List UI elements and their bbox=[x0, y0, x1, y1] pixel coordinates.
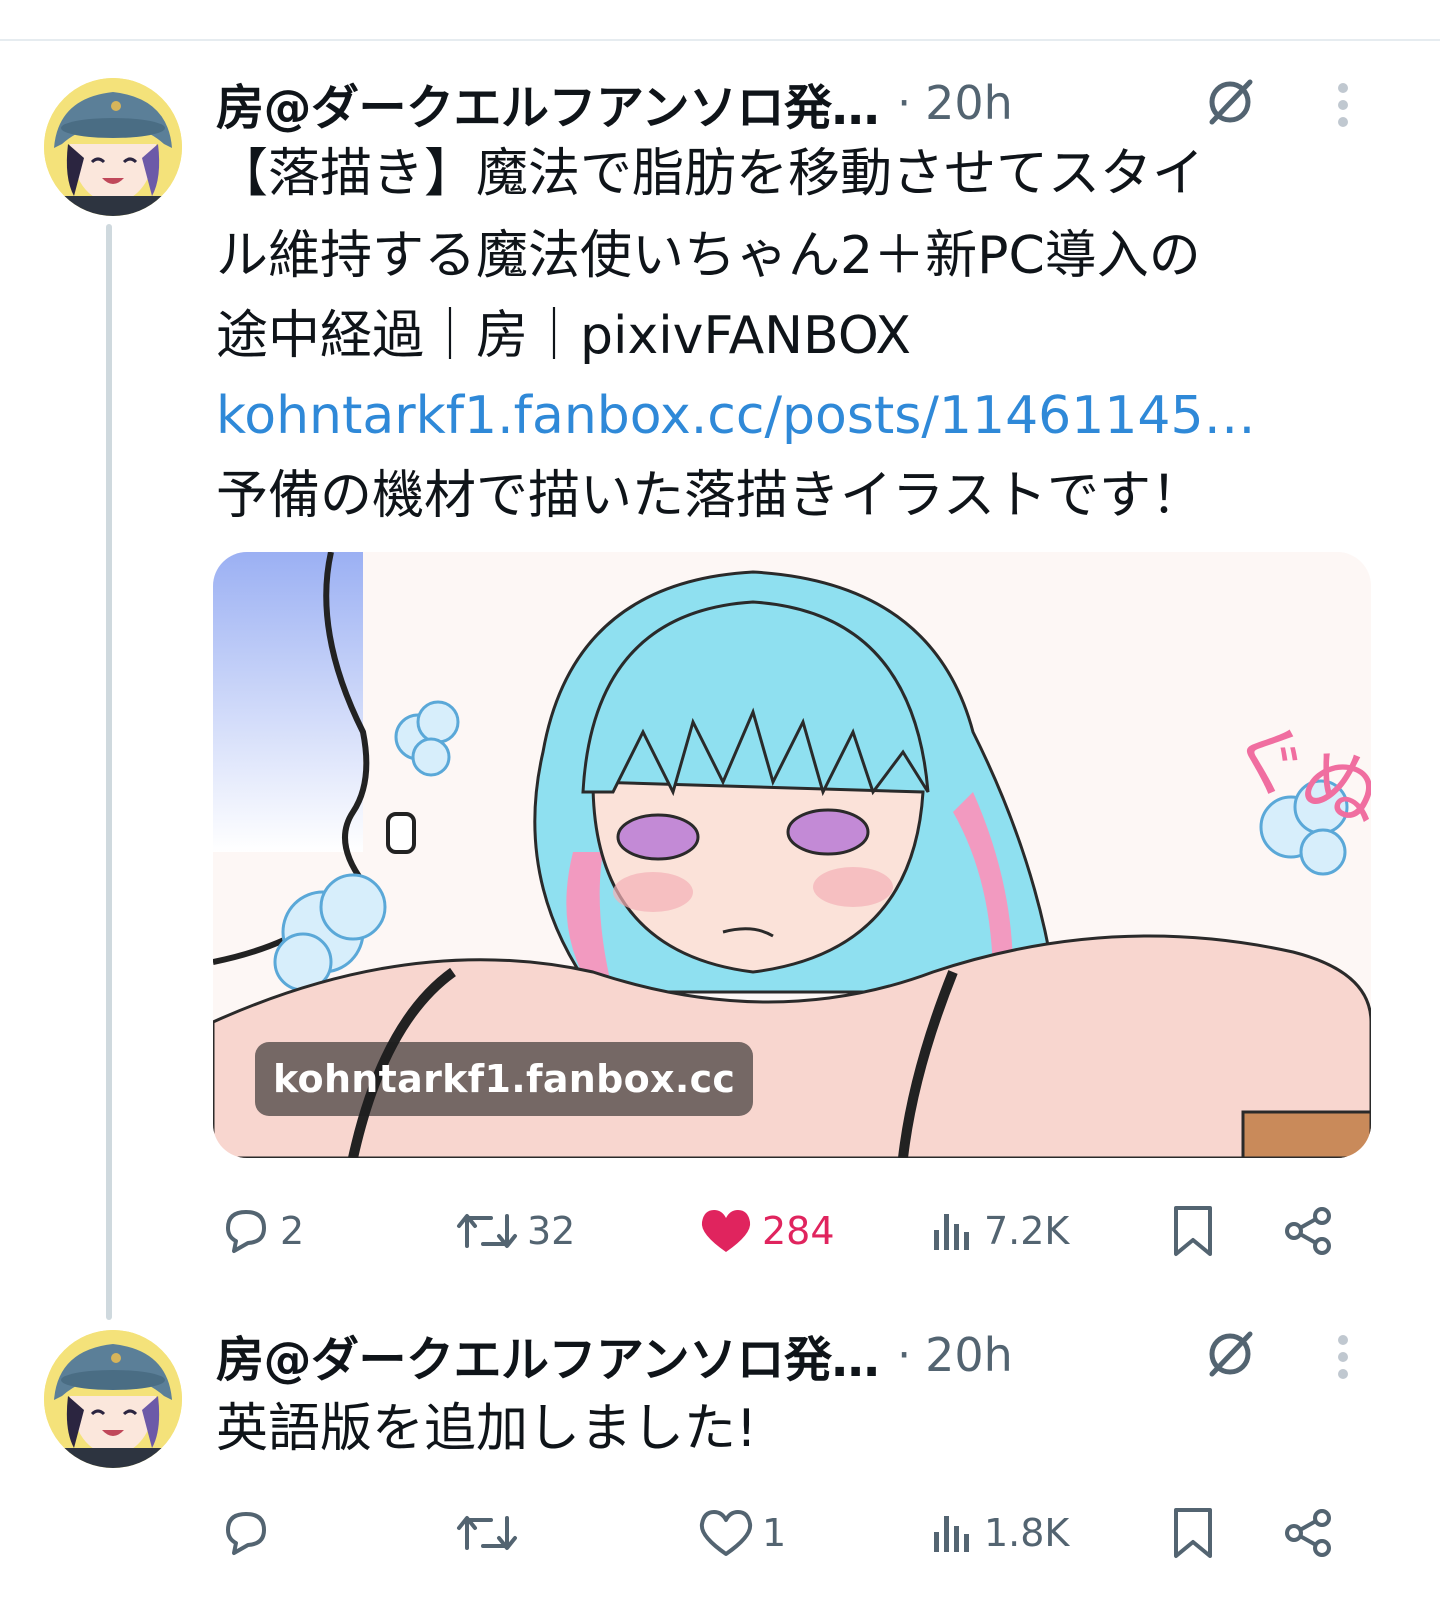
avatar[interactable] bbox=[44, 1330, 182, 1468]
views-icon bbox=[934, 1516, 969, 1552]
timestamp[interactable]: 20h bbox=[925, 1328, 1013, 1382]
separator-dot: · bbox=[897, 1329, 912, 1381]
avatar[interactable] bbox=[44, 78, 182, 216]
timestamp[interactable]: 20h bbox=[925, 76, 1013, 130]
views-count: 7.2K bbox=[984, 1209, 1070, 1253]
retweet-button[interactable]: 32 bbox=[455, 1206, 575, 1256]
share-icon bbox=[1285, 1509, 1331, 1557]
tweet-text-line: 予備の機材で描いた落描きイラストです！ bbox=[216, 466, 1203, 526]
retweet-count: 32 bbox=[527, 1209, 576, 1253]
like-count: 284 bbox=[762, 1209, 835, 1253]
media-card[interactable]: ぐぬぬ… kohntarkf1.fanbox.cc bbox=[213, 552, 1371, 1158]
media-domain-label: kohntarkf1.fanbox.cc bbox=[255, 1042, 754, 1116]
share-icon bbox=[1285, 1207, 1331, 1255]
like-button[interactable]: 284 bbox=[698, 1206, 835, 1256]
reply-icon bbox=[226, 1210, 266, 1253]
separator-dot: · bbox=[897, 77, 912, 129]
share-button[interactable] bbox=[1282, 1204, 1336, 1258]
grok-icon[interactable] bbox=[1202, 74, 1258, 130]
author-name[interactable]: 房@ダークエルフアンソロ発… bbox=[216, 1320, 880, 1390]
reply-button[interactable]: 2 bbox=[220, 1206, 304, 1256]
bookmark-button[interactable] bbox=[1170, 1204, 1216, 1258]
reply-button[interactable] bbox=[220, 1508, 280, 1558]
tweet-header: 房@ダークエルフアンソロ発… · 20h bbox=[216, 1320, 1013, 1390]
like-count: 1 bbox=[762, 1511, 787, 1555]
retweet-icon bbox=[457, 1214, 517, 1248]
tweet-link[interactable]: kohntarkf1.fanbox.cc/posts/11461145… bbox=[216, 385, 1256, 447]
bookmark-icon bbox=[1174, 1206, 1212, 1256]
bookmark-icon bbox=[1174, 1508, 1212, 1558]
more-icon[interactable] bbox=[1333, 80, 1353, 130]
tweet-text-line: 途中経過｜房｜pixivFANBOX bbox=[216, 306, 912, 366]
like-icon bbox=[701, 1210, 751, 1252]
views-count: 1.8K bbox=[984, 1511, 1070, 1555]
top-divider bbox=[0, 39, 1440, 41]
tweet-text-line: 【落描き】魔法で脂肪を移動させてスタイ bbox=[216, 144, 1205, 204]
views-button[interactable]: 1.8K bbox=[930, 1508, 1069, 1558]
reply-count: 2 bbox=[280, 1209, 305, 1253]
retweet-icon bbox=[457, 1516, 517, 1550]
views-button[interactable]: 7.2K bbox=[930, 1206, 1069, 1256]
tweet-text-line: ル維持する魔法使いちゃん2＋新PC導入の bbox=[216, 226, 1201, 286]
grok-icon[interactable] bbox=[1202, 1326, 1258, 1382]
more-icon[interactable] bbox=[1333, 1332, 1353, 1382]
share-button[interactable] bbox=[1282, 1506, 1336, 1560]
tweet-header: 房@ダークエルフアンソロ発… · 20h bbox=[216, 68, 1013, 138]
views-icon bbox=[934, 1214, 969, 1250]
thread-line bbox=[106, 224, 112, 1320]
bookmark-button[interactable] bbox=[1170, 1506, 1216, 1560]
retweet-button[interactable] bbox=[455, 1508, 527, 1558]
like-icon bbox=[699, 1510, 753, 1556]
author-name[interactable]: 房@ダークエルフアンソロ発… bbox=[216, 68, 880, 138]
reply-icon bbox=[226, 1512, 266, 1555]
tweet-text: 英語版を追加しました! bbox=[216, 1399, 757, 1459]
like-button[interactable]: 1 bbox=[698, 1508, 786, 1558]
